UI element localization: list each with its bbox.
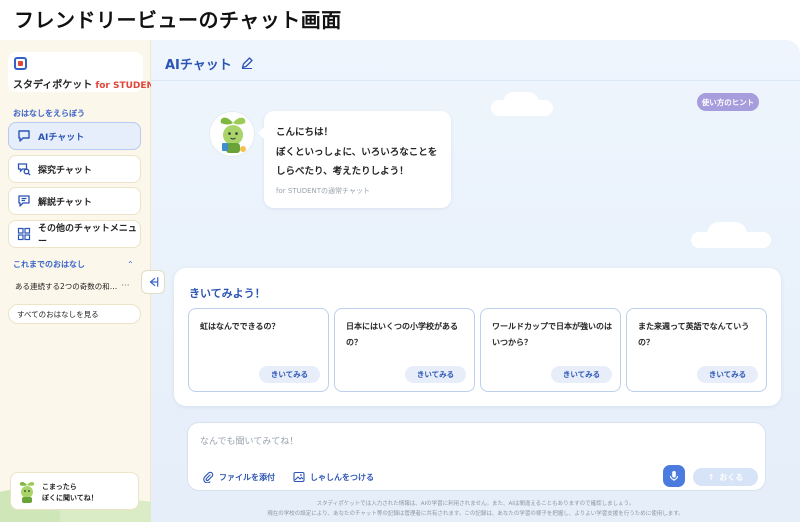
ask-button[interactable]: きいてみる [405,366,466,383]
image-icon [293,471,305,483]
suggestion-card[interactable]: 虹はなんでできるの？ きいてみる [188,308,329,392]
main-area: AIチャット 使い方のヒント こんにちは！ ぼくといっしょに、いろいろなことを … [151,40,800,522]
sidebar-item-inquiry-chat[interactable]: 探究チャット [8,155,141,183]
attach-file-button[interactable]: ファイルを添付 [202,471,275,483]
suggestion-question: 日本にはいくつの小学校があるの？ [346,322,458,347]
mascot-icon [220,117,246,153]
suggestion-panel: きいてみよう！ 虹はなんでできるの？ きいてみる 日本にはいくつの小学校があるの… [174,268,781,406]
attach-photo-label: しゃしんをつける [310,472,374,482]
message-input[interactable] [200,433,600,451]
greeting-line: こんにちは！ [276,127,334,138]
suggestion-title: きいてみよう！ [189,287,266,300]
microphone-button[interactable] [663,465,685,487]
pencil-icon[interactable] [240,55,254,70]
app-window: スタディポケット for STUDENT おはなしをえらぼう AIチャット 探究チ… [0,40,800,522]
arrow-up-icon: ↑ [707,472,715,482]
suggestion-card[interactable]: 日本にはいくつの小学校があるの？ きいてみる [334,308,475,392]
cloud-decoration [503,92,539,114]
disclaimer-line: スタディポケットでは入力された情報は、AIの学習に利用されません。また、AIは間… [316,501,635,507]
title-divider [151,80,800,81]
ask-button[interactable]: きいてみる [551,366,612,383]
disclaimer-line: 現在の学校の設定により、あなたのチャット等の記録は管理者に共有されます。この記録… [267,511,684,517]
greeting-line: ぼくといっしょに、いろいろなことを [276,146,438,158]
greeting-line: しらべたり、考えたりしよう！ [276,166,409,177]
suggestion-card[interactable]: ワールドカップで日本が強いのはいつから？ きいてみる [480,308,621,392]
help-line-2: ぼくに聞いてね！ [42,494,98,502]
sidebar-item-label: 探究チャット [38,165,92,176]
send-button[interactable]: ↑ おくる [693,468,758,486]
suggestion-card[interactable]: また来週って英語でなんていうの？ きいてみる [626,308,767,392]
sidebar-item-label: その他のチャットメニュー [38,224,137,247]
attach-photo-button[interactable]: しゃしんをつける [293,471,374,483]
chat-bubble-icon [17,129,31,143]
sidebar-item-other-menu[interactable]: その他のチャットメニュー [8,220,141,248]
grid-icon [17,227,31,241]
sidebar-item-label: AIチャット [38,132,85,143]
send-label: おくる [719,472,744,482]
more-icon[interactable]: ··· [121,281,130,291]
chevron-up-icon[interactable]: ⌃ [127,260,134,269]
sidebar: スタディポケット for STUDENT おはなしをえらぼう AIチャット 探究チ… [0,40,180,522]
paperclip-icon [203,471,214,483]
suggestion-question: また来週って英語でなんていうの？ [638,322,750,347]
suggestion-question: ワールドカップで日本が強いのはいつから？ [492,322,612,347]
history-item[interactable]: ある連続する2つの奇数の和… [8,275,139,297]
mascot-avatar [209,111,255,157]
suggestion-question: 虹はなんでできるの？ [200,322,280,331]
app-logo[interactable]: スタディポケット for STUDENT [8,52,160,92]
message-composer: ファイルを添付 しゃしんをつける ↑ おくる [187,422,766,491]
sidebar-item-ai-chat[interactable]: AIチャット [8,122,141,150]
explanation-chat-icon [17,194,31,208]
page-title: AIチャット [165,58,232,73]
attach-file-label: ファイルを添付 [219,472,275,482]
greeting-subtitle: for STUDENTの通常チャット [276,187,370,195]
logo-mark-icon [14,57,27,70]
sidebar-item-explanation-chat[interactable]: 解説チャット [8,187,141,215]
history-section-label: これまでのおはなし [13,260,85,269]
greeting-bubble: こんにちは！ ぼくといっしょに、いろいろなことを しらべたり、考えたりしよう！ … [258,111,451,208]
usage-hint-button[interactable]: 使い方のヒント [697,93,759,111]
search-chat-icon [17,162,31,176]
cloud-decoration [707,222,747,246]
sidebar-item-label: 解説チャット [38,197,92,208]
collapse-sidebar-button[interactable] [141,270,165,294]
microphone-icon [669,471,679,481]
page-heading: フレンドリービューのチャット画面 [14,8,342,32]
section-label: おはなしをえらぼう [13,109,85,118]
ask-button[interactable]: きいてみる [697,366,758,383]
ask-button[interactable]: きいてみる [259,366,320,383]
mascot-icon [17,480,37,504]
logo-main-text: スタディポケット [13,80,93,91]
collapse-arrow-icon [149,277,159,287]
help-card[interactable]: こまったら ぼくに聞いてね！ [10,472,139,510]
help-line-1: こまったら [42,483,77,491]
all-history-button[interactable]: すべてのおはなしを見る [8,304,141,324]
